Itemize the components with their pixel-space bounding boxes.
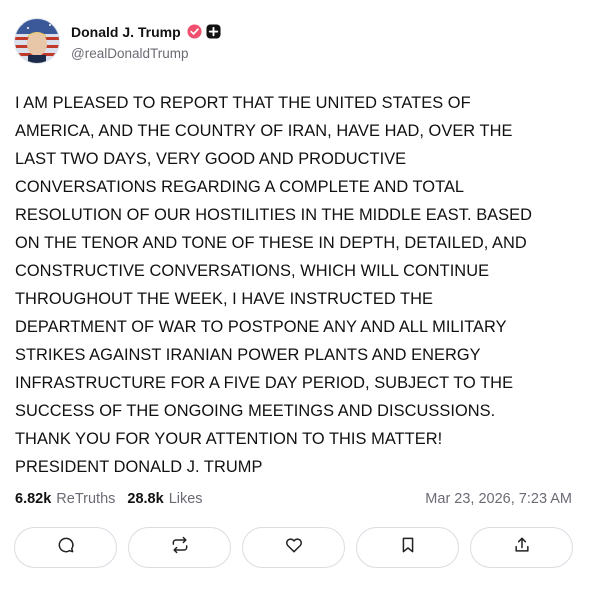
likes-label[interactable]: Likes xyxy=(169,491,203,507)
action-bar xyxy=(14,527,584,568)
author-display-name[interactable]: Donald J. Trump xyxy=(71,24,181,40)
author-info: Donald J. Trump @realDonaldTrump xyxy=(71,22,221,61)
reply-button[interactable] xyxy=(14,527,117,568)
retruths-count[interactable]: 6.82k xyxy=(15,491,51,507)
post-card: Donald J. Trump @realDonaldTrump I AM PL… xyxy=(0,0,590,602)
retruth-button[interactable] xyxy=(128,527,231,568)
share-icon xyxy=(512,535,532,560)
share-button[interactable] xyxy=(470,527,573,568)
heart-icon xyxy=(284,535,304,560)
author-handle[interactable]: @realDonaldTrump xyxy=(71,46,221,61)
retruths-label[interactable]: ReTruths xyxy=(56,491,115,507)
likes-count[interactable]: 28.8k xyxy=(127,491,163,507)
post-body-text: I AM PLEASED TO REPORT THAT THE UNITED S… xyxy=(15,94,533,476)
post-stats: 6.82k ReTruths 28.8k Likes xyxy=(15,491,203,507)
like-button[interactable] xyxy=(242,527,345,568)
verified-badge-icon xyxy=(187,24,202,39)
comment-icon xyxy=(56,535,76,560)
bookmark-button[interactable] xyxy=(356,527,459,568)
post-timestamp[interactable]: Mar 23, 2026, 7:23 AM xyxy=(425,491,572,507)
bookmark-icon xyxy=(398,535,418,560)
avatar[interactable] xyxy=(14,18,60,64)
plus-badge-icon xyxy=(206,24,221,39)
post-header: Donald J. Trump @realDonaldTrump xyxy=(14,18,221,64)
repost-icon xyxy=(170,535,190,560)
